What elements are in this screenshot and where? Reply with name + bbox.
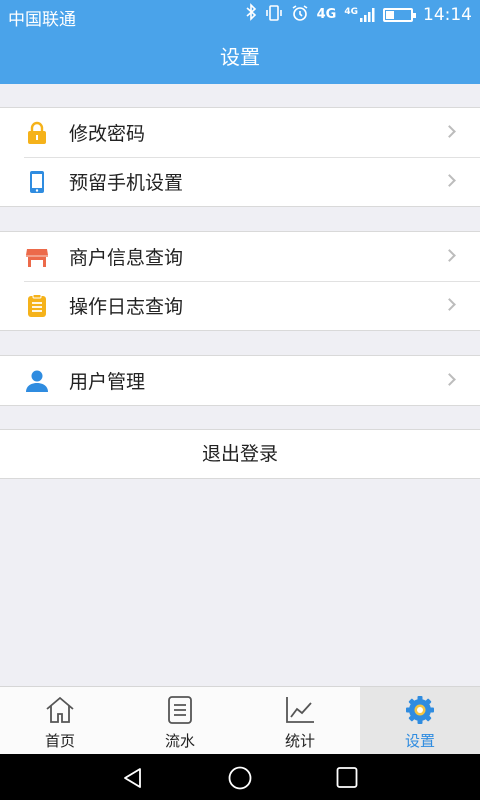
lock-icon [25,121,49,145]
tab-transactions[interactable]: 流水 [120,687,240,754]
settings-item-change-password[interactable]: 修改密码 [0,108,480,157]
tab-label: 设置 [404,732,435,750]
settings-item-label: 操作日志查询 [69,296,184,318]
tab-settings[interactable]: 设置 [360,687,480,754]
chevron-right-icon [443,125,456,138]
user-icon [25,369,49,393]
clock: 14:14 [423,5,472,25]
status-icons: 4G 4G 14:14 [245,3,472,27]
status-bar: 中国联通 4G 4G 14:14 [0,0,480,30]
settings-item-reserved-phone[interactable]: 预留手机设置 [0,157,480,206]
settings-item-label: 商户信息查询 [69,247,184,269]
vibrate-icon [265,4,283,27]
alarm-icon [291,4,309,27]
network-type-a: 4G [316,7,337,22]
carrier-label: 中国联通 [8,10,76,30]
chevron-right-icon [443,298,456,311]
settings-item-label: 修改密码 [69,123,146,145]
gear-icon [406,696,434,724]
settings-item-operation-log[interactable]: 操作日志查询 [0,281,480,330]
logout-button[interactable]: 退出登录 [0,429,480,479]
chevron-right-icon [443,174,456,187]
tab-bar: 首页 流水 统计 设置 [0,686,480,754]
tab-statistics[interactable]: 统计 [240,687,360,754]
tab-label: 统计 [284,732,315,750]
system-nav-bar [0,754,480,800]
tab-label: 首页 [44,732,75,750]
page-title: 设置 [0,30,480,84]
settings-item-merchant-info[interactable]: 商户信息查询 [0,232,480,281]
phone-icon [25,170,49,194]
tab-label: 流水 [164,732,195,750]
settings-group-users: 用户管理 [0,355,480,406]
list-icon [168,696,192,724]
signal-icon: 4G [344,7,375,23]
settings-group-query: 商户信息查询 操作日志查询 [0,231,480,331]
settings-item-user-management[interactable]: 用户管理 [0,356,480,405]
shop-icon [25,245,49,269]
back-icon[interactable] [121,766,145,790]
settings-item-label: 用户管理 [69,371,146,393]
settings-item-label: 预留手机设置 [69,172,184,194]
home-circle-icon[interactable] [227,766,253,792]
network-type-b: 4G [344,7,358,17]
chevron-right-icon [443,373,456,386]
recents-icon[interactable] [335,766,359,790]
log-icon [25,293,49,318]
tab-home[interactable]: 首页 [0,687,120,754]
chevron-right-icon [443,249,456,262]
bluetooth-icon [245,3,257,27]
chart-icon [286,697,314,723]
home-icon [46,696,74,723]
battery-fill [386,11,394,19]
settings-group-account: 修改密码 预留手机设置 [0,107,480,207]
battery-icon [383,8,416,22]
